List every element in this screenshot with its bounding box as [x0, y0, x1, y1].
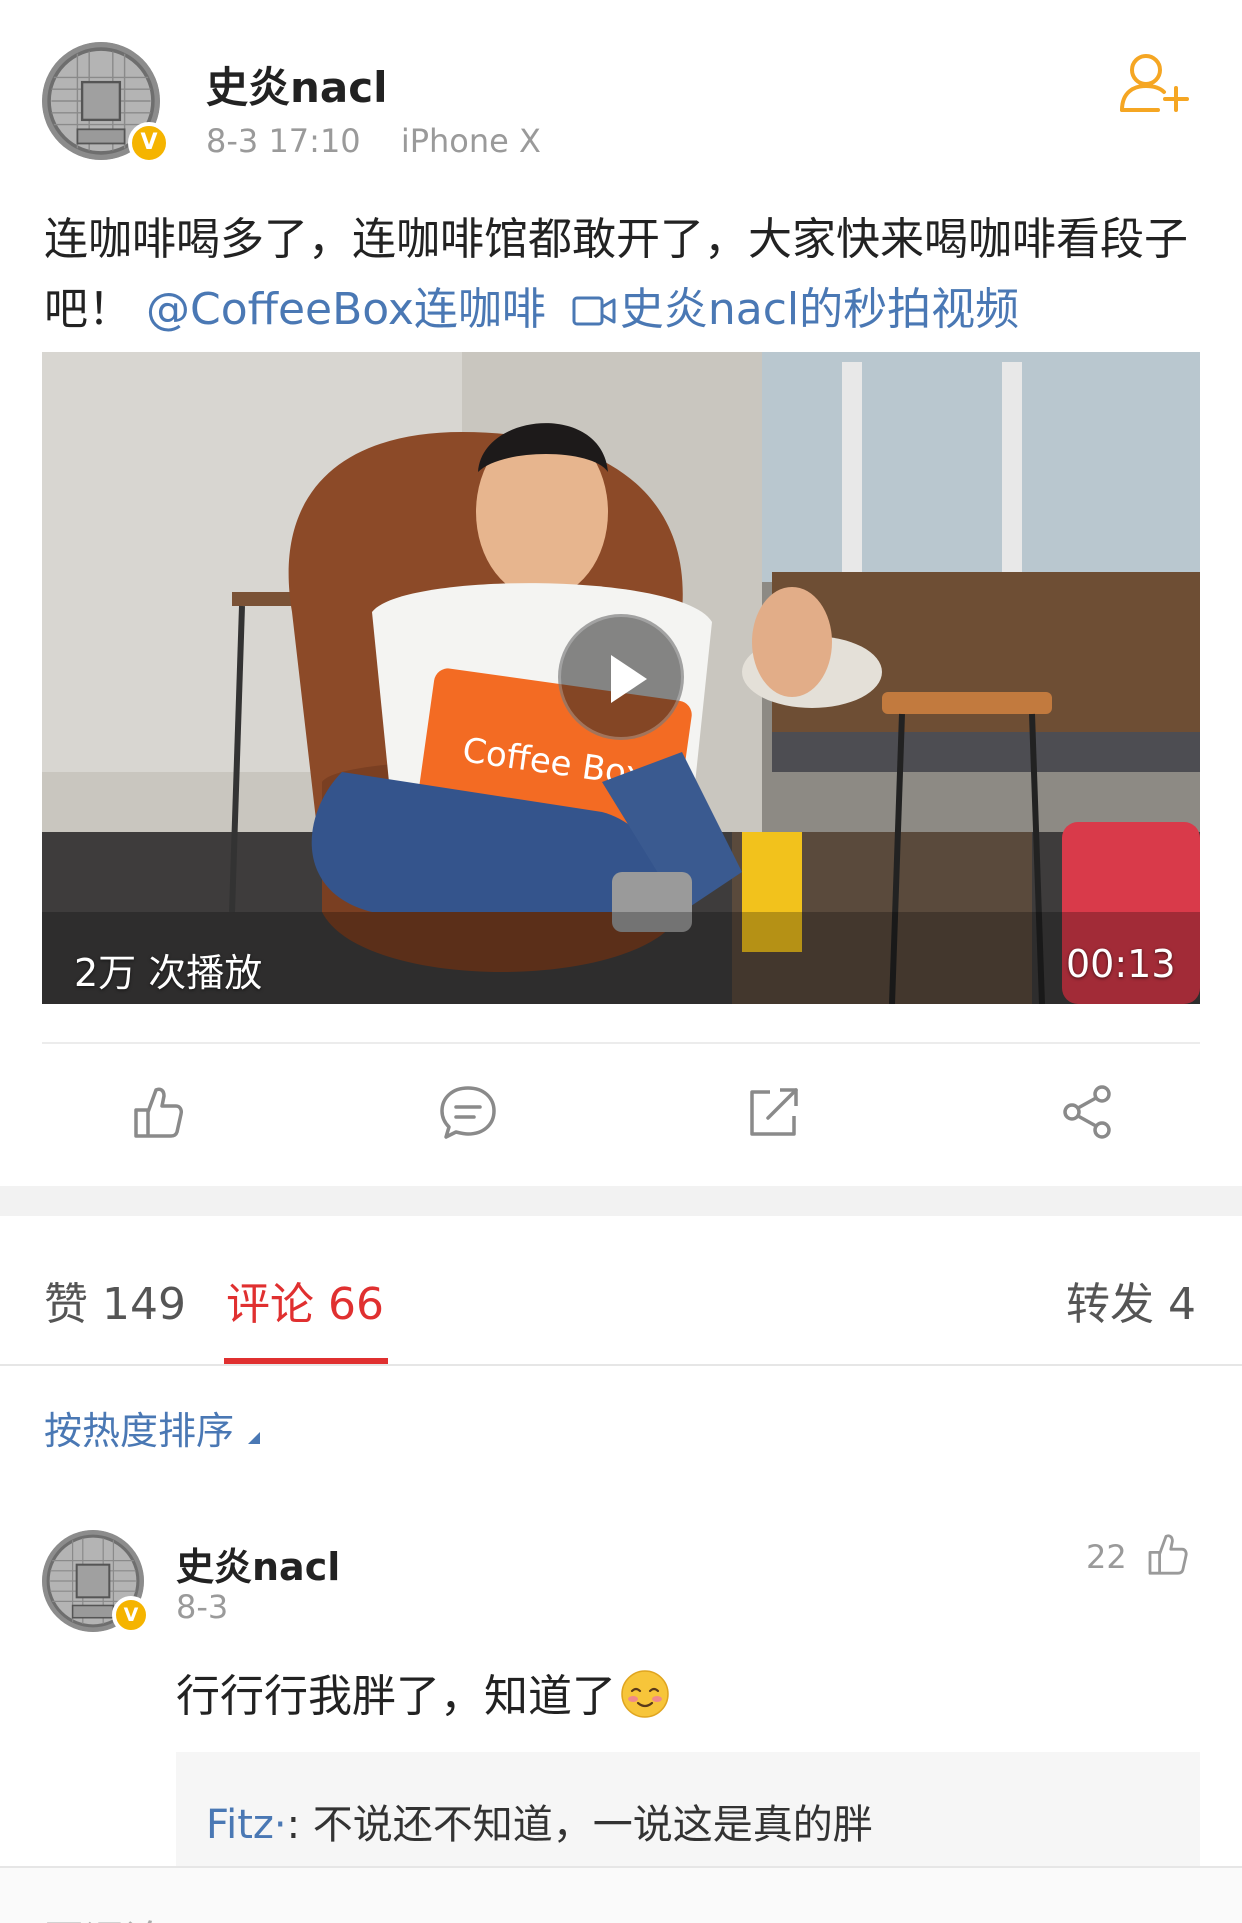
post-header: V 史炎nacl 8-3 17:10 iPhone X — [0, 0, 1242, 190]
comment-date: 8-3 — [176, 1588, 229, 1626]
sort-label: 按热度排序 — [44, 1409, 235, 1453]
divider — [42, 1042, 1200, 1044]
repost-icon[interactable] — [744, 1082, 804, 1142]
play-button[interactable] — [558, 614, 684, 740]
like-icon[interactable] — [126, 1082, 186, 1142]
post-device: iPhone X — [400, 122, 541, 160]
post-text: 连咖啡喝多了，连咖啡馆都敢开了，大家快来喝咖啡看段子吧！ @CoffeeBox连… — [44, 205, 1204, 349]
post-time: 8-3 17:10 — [206, 122, 361, 160]
sort-selector[interactable]: 按热度排序 — [44, 1400, 261, 1455]
smile-emoji-icon — [620, 1669, 670, 1719]
video-link[interactable]: 史炎nacl的秒拍视频 — [560, 284, 1019, 335]
comment-like-icon[interactable] — [1142, 1530, 1190, 1578]
reply-preview[interactable]: Fitz·: 不说还不知道，一说这是真的胖 — [176, 1752, 1200, 1872]
tab-comments[interactable]: 评论 66 — [226, 1268, 384, 1332]
video-duration: 00:13 — [1066, 942, 1176, 986]
share-icon[interactable] — [1058, 1082, 1118, 1142]
tabs-divider — [0, 1364, 1242, 1366]
tab-reposts[interactable]: 转发 4 — [1066, 1268, 1196, 1332]
engagement-tabs: 赞 149 评论 66 转发 4 — [0, 1216, 1242, 1366]
comment-like-count: 22 — [1086, 1538, 1127, 1576]
action-bar — [0, 1060, 1242, 1170]
comment-icon[interactable] — [438, 1082, 498, 1142]
section-gap — [0, 1186, 1242, 1216]
comment-body: 行行行我胖了，知道了 — [176, 1671, 616, 1722]
video-link-label: 史炎nacl的秒拍视频 — [619, 284, 1020, 335]
bottom-comment-bar: 写评论 — [0, 1866, 1242, 1923]
mention-link[interactable]: @CoffeeBox连咖啡 — [146, 284, 546, 335]
video-camera-icon — [572, 279, 616, 349]
tab-likes[interactable]: 赞 149 — [44, 1268, 186, 1332]
add-user-icon[interactable] — [1118, 52, 1194, 114]
post-meta: 8-3 17:10 iPhone X — [206, 122, 541, 160]
comment-verified-badge-icon: V — [112, 1596, 150, 1634]
comment-author[interactable]: 史炎nacl — [176, 1536, 340, 1591]
comment-text: 行行行我胖了，知道了 — [176, 1660, 670, 1724]
reply-text: : 不说还不知道，一说这是真的胖 — [286, 1802, 873, 1848]
sort-caret-icon — [248, 1432, 261, 1444]
verified-badge-icon: V — [128, 122, 170, 164]
reply-author[interactable]: Fitz· — [206, 1802, 287, 1848]
comment-input[interactable]: 写评论 — [44, 1908, 164, 1923]
video-view-count: 2万 次播放 — [74, 951, 263, 995]
author-name[interactable]: 史炎nacl — [206, 54, 388, 115]
reply-line: Fitz·: 不说还不知道，一说这是真的胖 — [206, 1792, 873, 1850]
